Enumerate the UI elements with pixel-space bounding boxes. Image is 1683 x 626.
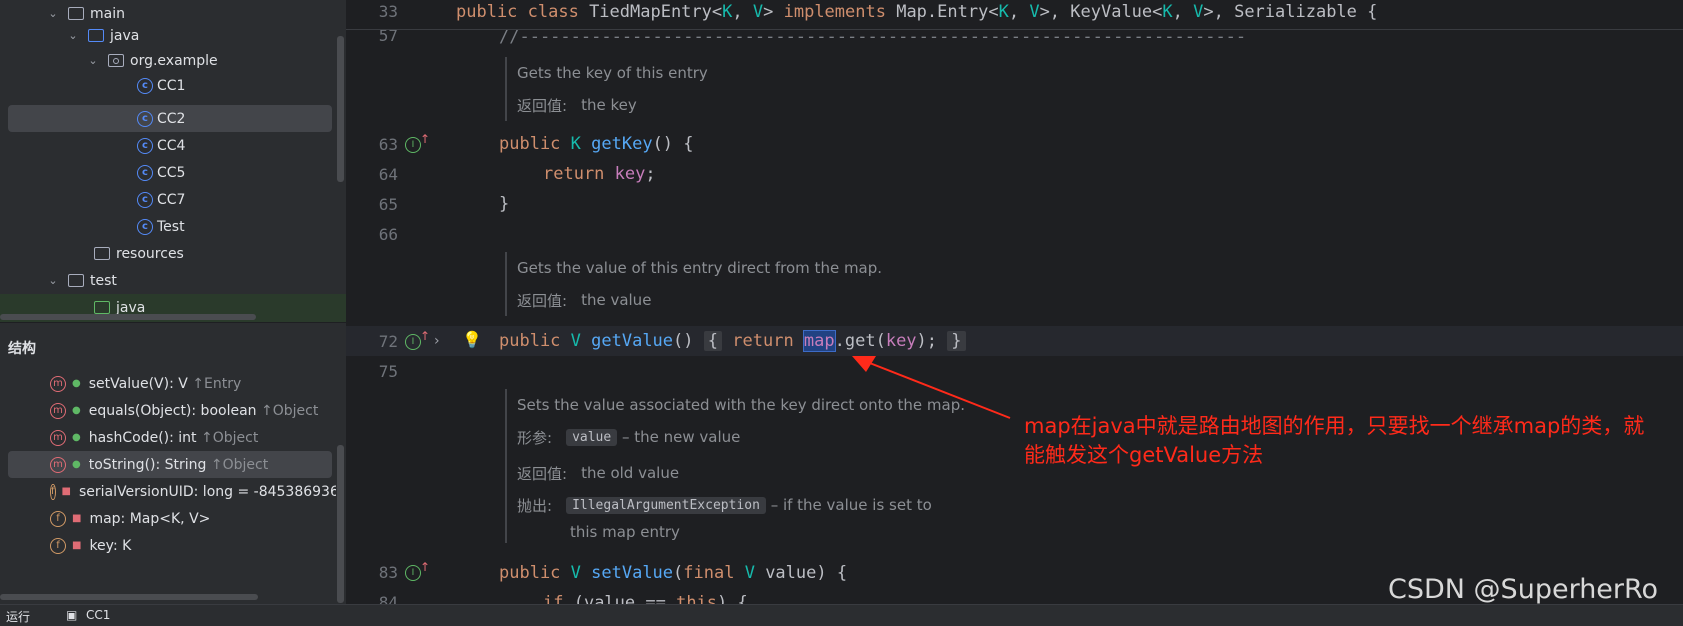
annotation-arrow	[852, 356, 1011, 419]
run-tab-name[interactable]: CC1	[86, 608, 110, 622]
annotation-text: map在java中就是路由地图的作用，只要找一个继承map的类，就能触发这个ge…	[1024, 414, 1645, 467]
arrow-line	[861, 359, 1011, 419]
run-config-icon: ▣	[66, 608, 78, 622]
run-tab-label[interactable]: 运行	[6, 608, 30, 625]
bottom-tool-bar: 运行 ▣ CC1	[0, 604, 1683, 626]
watermark: CSDN @SuperherRo	[1388, 574, 1659, 605]
